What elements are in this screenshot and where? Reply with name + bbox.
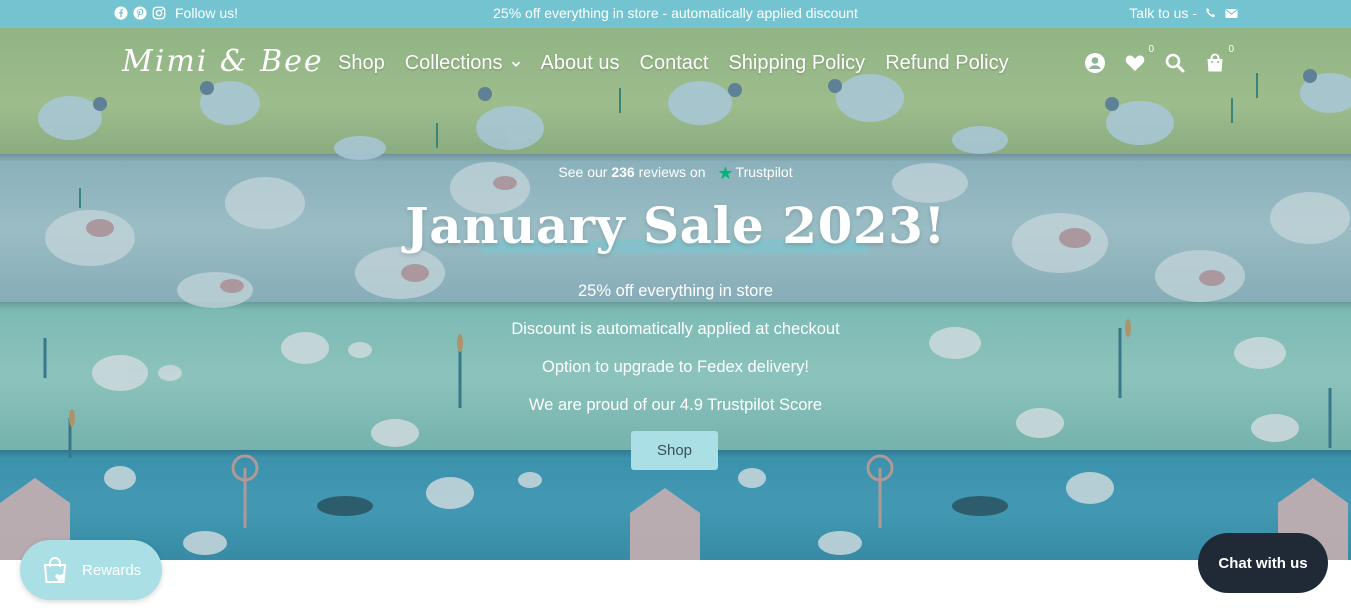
cart-button[interactable]: 0 xyxy=(1204,44,1234,74)
chevron-down-icon xyxy=(511,61,520,67)
trust-suffix: reviews on xyxy=(638,164,706,180)
nav-refund-policy[interactable]: Refund Policy xyxy=(885,52,1008,75)
wishlist-button[interactable]: 0 xyxy=(1124,44,1154,74)
wishlist-count: 0 xyxy=(1148,44,1154,55)
header-icons: 0 0 xyxy=(1084,44,1234,74)
nav-refund-policy-label: Refund Policy xyxy=(885,52,1009,74)
trust-prefix: See our xyxy=(558,164,608,180)
shopping-bag-heart-icon xyxy=(43,557,67,583)
trust-brand: Trustpilot xyxy=(735,164,793,180)
nav-about-us-label: About us xyxy=(540,52,620,74)
search-icon xyxy=(1165,53,1185,73)
account-button[interactable] xyxy=(1084,52,1106,74)
nav-shipping-policy-label: Shipping Policy xyxy=(728,52,866,74)
hero-title: January Sale 2023! xyxy=(405,196,946,255)
cart-count: 0 xyxy=(1228,44,1234,55)
trust-review-count: 236 xyxy=(611,164,635,180)
nav-shipping-policy[interactable]: Shipping Policy xyxy=(728,52,865,75)
hero-shop-button[interactable]: Shop xyxy=(631,431,718,470)
mail-icon[interactable] xyxy=(1225,8,1238,19)
main-nav: Shop Collections About us Contact Shippi… xyxy=(338,52,1029,75)
nav-contact-label: Contact xyxy=(639,52,709,74)
nav-collections-label: Collections xyxy=(404,52,503,74)
rewards-label: Rewards xyxy=(82,561,142,579)
nav-shop-label: Shop xyxy=(338,52,385,74)
cart-icon xyxy=(1207,53,1223,72)
nav-collections[interactable]: Collections xyxy=(405,52,521,75)
search-button[interactable] xyxy=(1164,52,1186,74)
site-logo[interactable]: Mimi & Bee xyxy=(122,44,324,79)
hero-line: Discount is automatically applied at che… xyxy=(511,320,840,338)
nav-about-us[interactable]: About us xyxy=(541,52,620,75)
hero-line: Option to upgrade to Fedex delivery! xyxy=(542,358,809,376)
hero-line: 25% off everything in store xyxy=(577,282,774,300)
announcement-bar: Follow us! 25% off everything in store -… xyxy=(0,0,1351,28)
trustpilot-star-icon: ★ xyxy=(717,163,734,183)
rewards-launcher[interactable]: Rewards xyxy=(20,540,162,600)
chat-launcher[interactable]: Chat with us xyxy=(1198,533,1328,593)
account-icon xyxy=(1085,53,1105,73)
hero-line: We are proud of our 4.9 Trustpilot Score xyxy=(528,396,823,414)
phone-icon[interactable] xyxy=(1205,7,1217,19)
heart-icon xyxy=(1125,55,1145,71)
hero-description: 25% off everything in store Discount is … xyxy=(0,281,1351,433)
contact-links: Talk to us - xyxy=(1129,5,1238,21)
trustpilot-widget[interactable]: See our 236 reviews on ★ Trustpilot xyxy=(0,163,1351,184)
nav-contact[interactable]: Contact xyxy=(640,52,709,75)
nav-shop[interactable]: Shop xyxy=(338,52,385,75)
talk-to-us-label: Talk to us - xyxy=(1129,5,1197,21)
